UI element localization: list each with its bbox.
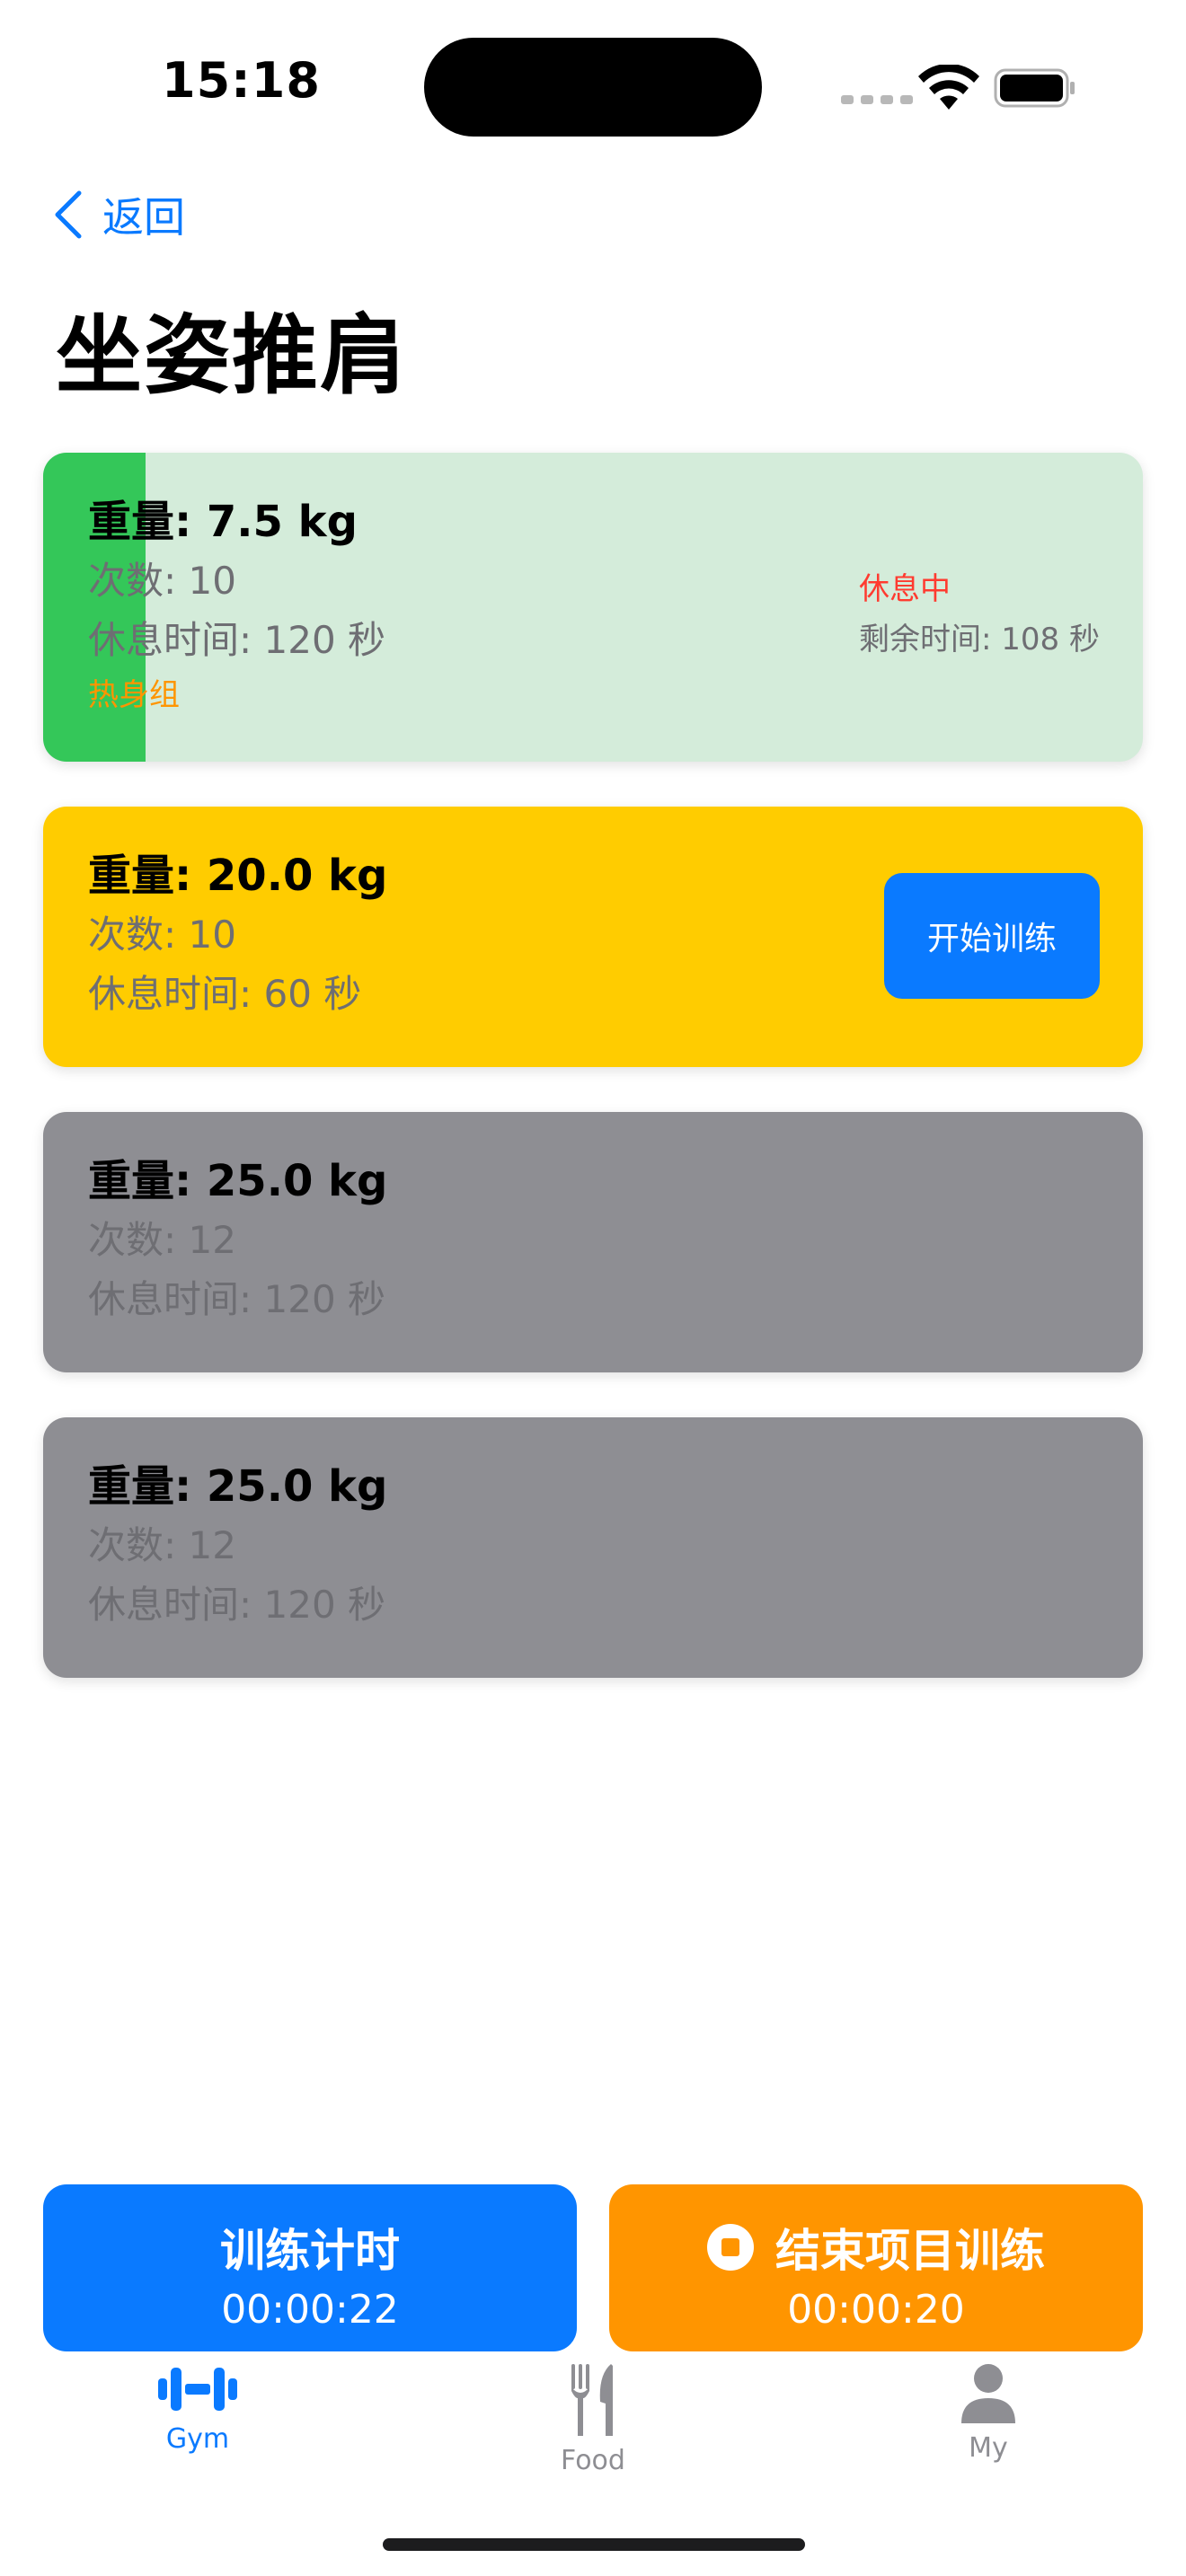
wifi-icon <box>918 65 979 110</box>
set-weight: 重量: 25.0 kg <box>88 1461 388 1512</box>
tab-food[interactable]: Food <box>503 2362 683 2476</box>
set-details: 重量: 7.5 kg 次数: 10 休息时间: 120 秒 热身组 <box>88 492 385 720</box>
set-weight: 重量: 20.0 kg <box>88 851 388 901</box>
tab-label: My <box>969 2432 1008 2464</box>
set-details: 重量: 25.0 kg 次数: 12 休息时间: 120 秒 <box>88 1457 387 1635</box>
tab-my[interactable]: My <box>898 2362 1078 2464</box>
status-time: 15:18 <box>162 52 321 109</box>
set-reps: 次数: 12 <box>88 1523 236 1567</box>
workout-timer-button[interactable]: 训练计时 00:00:22 <box>43 2184 577 2351</box>
set-rest-time: 休息时间: 120 秒 <box>88 618 386 662</box>
rest-remaining-time: 剩余时间: 108 秒 <box>859 622 1100 657</box>
dynamic-island <box>424 38 762 137</box>
home-indicator[interactable] <box>383 2538 805 2551</box>
set-reps: 次数: 10 <box>88 913 236 957</box>
page-title: 坐姿推肩 <box>56 305 408 406</box>
set-weight: 重量: 25.0 kg <box>88 1156 388 1206</box>
back-button[interactable]: 返回 <box>52 185 185 244</box>
tab-label: Food <box>561 2445 625 2476</box>
set-details: 重量: 20.0 kg 次数: 10 休息时间: 60 秒 <box>88 846 387 1024</box>
end-exercise-label: 结束项目训练 <box>775 2225 1045 2277</box>
end-exercise-button[interactable]: 结束项目训练 00:00:20 <box>609 2184 1143 2351</box>
rest-status: 休息中 剩余时间: 108 秒 <box>859 564 1100 665</box>
set-reps: 次数: 12 <box>88 1218 236 1262</box>
battery-icon <box>994 68 1075 108</box>
tab-label: Gym <box>165 2423 230 2455</box>
tab-gym[interactable]: Gym <box>108 2362 288 2455</box>
set-rest-time: 休息时间: 120 秒 <box>88 1583 386 1627</box>
set-card[interactable]: 重量: 25.0 kg 次数: 12 休息时间: 120 秒 <box>43 1112 1143 1372</box>
chevron-left-icon <box>55 190 82 239</box>
set-weight: 重量: 7.5 kg <box>88 497 358 547</box>
set-card[interactable]: 重量: 20.0 kg 次数: 10 休息时间: 60 秒 开始训练 <box>43 807 1143 1067</box>
set-rest-time: 休息时间: 60 秒 <box>88 972 362 1016</box>
end-exercise-time: 00:00:20 <box>787 2287 965 2333</box>
cellular-signal-icon <box>841 95 913 104</box>
warmup-tag: 热身组 <box>88 677 180 713</box>
fork-knife-icon <box>571 2364 613 2436</box>
back-label: 返回 <box>102 193 185 242</box>
set-card[interactable]: 重量: 7.5 kg 次数: 10 休息时间: 120 秒 热身组 休息中 剩余… <box>43 453 1143 762</box>
stop-circle-icon <box>707 2224 754 2271</box>
person-icon <box>961 2364 1015 2423</box>
workout-timer-time: 00:00:22 <box>221 2287 399 2333</box>
set-details: 重量: 25.0 kg 次数: 12 休息时间: 120 秒 <box>88 1151 387 1329</box>
set-card[interactable]: 重量: 25.0 kg 次数: 12 休息时间: 120 秒 <box>43 1417 1143 1678</box>
rest-status-label: 休息中 <box>859 571 951 607</box>
set-reps: 次数: 10 <box>88 559 236 603</box>
workout-timer-label: 训练计时 <box>220 2225 400 2277</box>
set-rest-time: 休息时间: 120 秒 <box>88 1277 386 1321</box>
dumbbell-icon <box>158 2368 237 2411</box>
start-training-button[interactable]: 开始训练 <box>884 873 1100 999</box>
